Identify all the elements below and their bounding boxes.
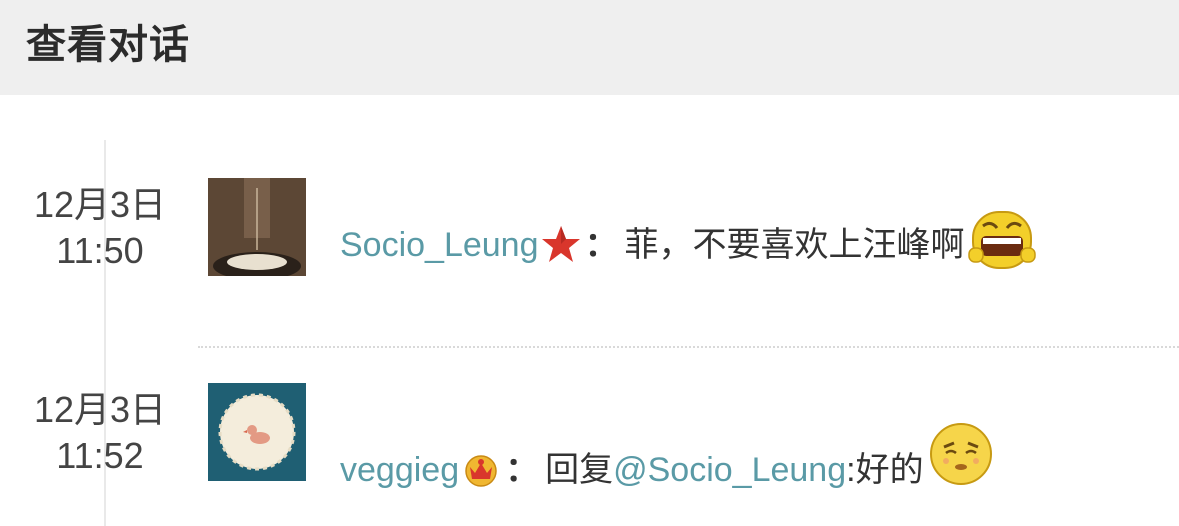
- timestamp-time: 11:50: [56, 230, 144, 271]
- avatar[interactable]: [208, 178, 306, 276]
- separator-colon: ：: [584, 226, 619, 264]
- red-star-badge-icon: [541, 224, 581, 264]
- page-title: 查看对话: [26, 22, 190, 68]
- timestamp-date: 12月3日: [33, 389, 167, 430]
- timestamp: 12月3日 11:52: [12, 389, 188, 477]
- crown-badge-icon: [461, 449, 501, 489]
- username-link[interactable]: veggieg: [340, 451, 459, 489]
- header-bar: 查看对话: [0, 0, 1179, 95]
- reply-prefix: 回复: [545, 451, 614, 489]
- message: Socio_Leung ：菲，不要喜欢上汪峰啊: [340, 204, 1037, 274]
- conversation-item: 12月3日 11:52 veggieg ：回复@Socio_Leung:好的: [0, 375, 1179, 495]
- message: veggieg ：回复@Socio_Leung:好的: [340, 419, 996, 492]
- mention-link[interactable]: @Socio_Leung: [613, 451, 846, 489]
- message-text: :好的: [846, 451, 924, 489]
- timestamp-time: 11:52: [56, 435, 144, 476]
- conversation-item: 12月3日 11:50 Socio_Leung ：菲，不要喜欢上汪峰啊: [0, 170, 1179, 290]
- crying-yelling-face-icon: [967, 204, 1037, 274]
- avatar[interactable]: [208, 383, 306, 481]
- separator-colon: ：: [505, 451, 540, 489]
- divider: [198, 346, 1179, 348]
- timestamp: 12月3日 11:50: [12, 184, 188, 272]
- username-link[interactable]: Socio_Leung: [340, 226, 539, 264]
- timestamp-date: 12月3日: [33, 184, 167, 225]
- message-text: 菲，不要喜欢上汪峰啊: [624, 226, 965, 264]
- sad-worried-face-icon: [926, 419, 996, 489]
